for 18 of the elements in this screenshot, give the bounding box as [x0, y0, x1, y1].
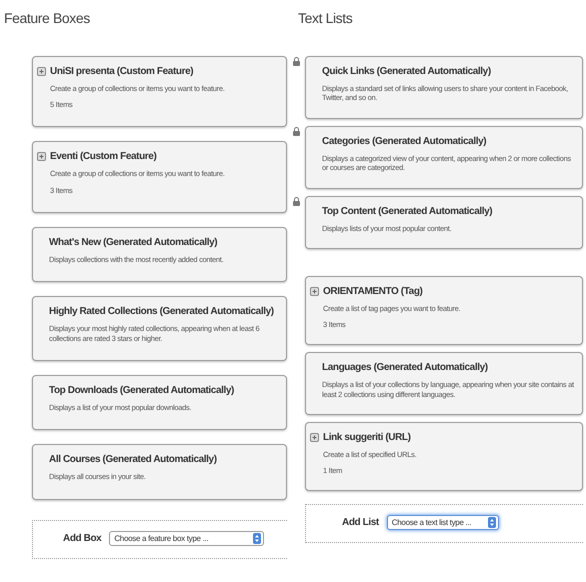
card-title: UniSI presenta (Custom Feature) — [50, 66, 194, 77]
card-title: Link suggeriti (URL) — [323, 432, 411, 443]
card-title: Languages (Generated Automatically) — [322, 362, 488, 374]
card-title: Quick Links (Generated Automatically) — [322, 66, 491, 77]
type-dropdown[interactable]: Choose a feature box type ... — [109, 530, 264, 546]
card-title: Highly Rated Collections (Generated Automatically) — [49, 306, 274, 318]
section-heading: Text Lists — [298, 10, 354, 26]
card-title: All Courses (Generated Automatically) — [49, 454, 217, 466]
add-label: Add Box — [63, 532, 102, 544]
type-dropdown[interactable]: Choose a text list type ... — [386, 515, 499, 530]
card-title: Top Downloads (Generated Automatically) — [49, 384, 234, 396]
card-title: What's New (Generated Automatically) — [49, 236, 218, 248]
card-title: Eventi (Custom Feature) — [50, 151, 156, 162]
card-title: Categories (Generated Automatically) — [322, 136, 486, 147]
section-heading: Feature Boxes — [4, 10, 91, 26]
add-label: Add List — [342, 517, 379, 528]
card-title: Top Content (Generated Automatically) — [322, 206, 492, 216]
card-title: ORIENTAMENTO (Tag) — [323, 286, 422, 297]
